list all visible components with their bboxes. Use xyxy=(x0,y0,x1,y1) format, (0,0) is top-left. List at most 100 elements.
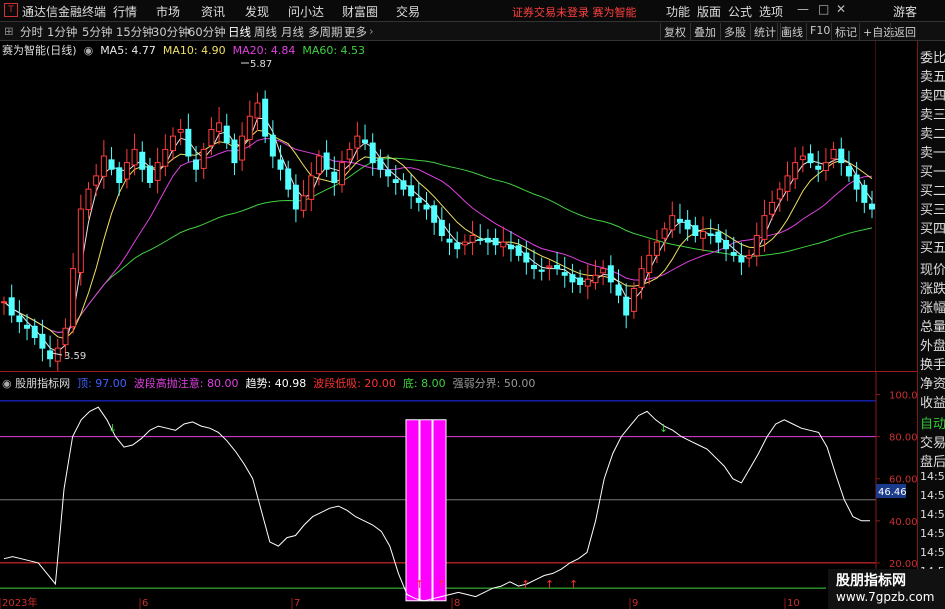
candle-body xyxy=(193,159,200,170)
candle-body xyxy=(277,159,284,170)
side-time-5: 14:56 xyxy=(920,546,945,559)
x-tick-label: 8 xyxy=(454,598,460,609)
indicator-name[interactable]: 股朋指标网 xyxy=(15,377,70,390)
side-buy2: 买二 xyxy=(920,184,945,199)
period-5min[interactable]: 5分钟 xyxy=(82,24,112,40)
btn-biaoji[interactable]: 标记 xyxy=(831,23,860,40)
period-fenshi[interactable]: 分时 xyxy=(20,24,43,40)
candle-body xyxy=(523,252,530,263)
legend-trend: 趋势: 40.98 xyxy=(245,377,307,390)
btn-duogu[interactable]: 多股 xyxy=(720,23,749,40)
legend-low-buy: 波段低吸: 20.00 xyxy=(313,377,396,390)
candle-body xyxy=(8,297,15,316)
period-monthly[interactable]: 月线 xyxy=(281,24,304,40)
period-30min[interactable]: 30分钟 xyxy=(152,24,190,40)
candle-body xyxy=(269,134,276,157)
side-trade[interactable]: 交易 xyxy=(920,432,945,451)
period-1min[interactable]: 1分钟 xyxy=(47,24,77,40)
candle-body xyxy=(392,179,399,183)
menu-caifuquan[interactable]: 财富圈 xyxy=(342,3,378,20)
x-tick-label: 7 xyxy=(294,598,300,609)
candlestick-chart[interactable]: 5.805.605.405.205.004.804.604.404.204.00… xyxy=(0,41,876,371)
candle-body xyxy=(31,325,38,339)
candle-body xyxy=(262,98,269,137)
period-daily[interactable]: 日线 xyxy=(228,24,251,40)
minimize-icon[interactable]: — xyxy=(797,2,809,16)
menu-gongneng[interactable]: 功能 xyxy=(666,3,690,20)
candle-body xyxy=(538,269,545,272)
side-auto[interactable]: 自动 xyxy=(920,413,945,432)
menu-zixun[interactable]: 资讯 xyxy=(201,3,225,20)
period-weekly[interactable]: 周线 xyxy=(254,24,277,40)
candle-body xyxy=(569,274,576,283)
menu-shichang[interactable]: 市场 xyxy=(156,3,180,20)
candle-body xyxy=(239,135,246,161)
candle-body xyxy=(139,151,146,170)
menu-gongshi[interactable]: 公式 xyxy=(728,3,752,20)
candle-body xyxy=(715,231,722,243)
candle-body xyxy=(561,272,568,276)
candle-body xyxy=(707,233,714,236)
side-after-hours[interactable]: 盘后 xyxy=(920,451,945,470)
btn-fuquan[interactable]: 复权 xyxy=(660,23,689,40)
candle-body xyxy=(100,155,107,177)
btn-tongji[interactable]: 统计 xyxy=(750,23,779,40)
period-15min[interactable]: 15分钟 xyxy=(116,24,154,40)
candle-body xyxy=(807,153,814,164)
btn-huaxian[interactable]: 画线 xyxy=(777,23,806,40)
x-tick-label: 10 xyxy=(787,598,800,609)
candle-body xyxy=(646,254,653,274)
menu-hangqing[interactable]: 行情 xyxy=(113,3,137,20)
btn-f10[interactable]: F10 xyxy=(806,23,833,40)
candle-body xyxy=(623,296,630,316)
stock-label[interactable]: 赛为智能(日线) xyxy=(2,44,77,57)
guest-label[interactable]: 游客 xyxy=(893,3,917,20)
period-multi[interactable]: 多周期 xyxy=(308,24,343,40)
side-time-3: 14:56 xyxy=(920,508,945,521)
period-toolbar: ⊞ 分时 1分钟 5分钟 15分钟 30分钟 60分钟 日线 周线 月线 多周期… xyxy=(0,22,945,41)
candle-body xyxy=(676,218,683,223)
scroll-left-icon[interactable]: ⊞ xyxy=(4,24,14,38)
close-icon[interactable]: ✕ xyxy=(836,2,846,16)
candle-body xyxy=(554,264,561,270)
side-sell1: 卖一 xyxy=(920,146,945,161)
candle-body xyxy=(47,350,54,360)
candle-body xyxy=(684,219,691,230)
login-warning[interactable]: 证券交易未登录 赛为智能 xyxy=(512,4,637,20)
period-more[interactable]: 更多 xyxy=(344,24,367,40)
candle-body xyxy=(446,238,453,243)
side-buy3: 买三 xyxy=(920,203,945,218)
candle-body xyxy=(154,162,161,181)
maximize-icon[interactable]: □ xyxy=(818,2,829,16)
menu-banmian[interactable]: 版面 xyxy=(697,3,721,20)
candle-body xyxy=(323,152,330,170)
menu-xuanxiang[interactable]: 选项 xyxy=(759,3,783,20)
buy-arrow-icon: ↑ xyxy=(415,578,424,591)
sell-arrow-icon: ↓ xyxy=(108,422,117,435)
candle-body xyxy=(661,228,668,239)
candle-body xyxy=(477,238,484,241)
menu-wenxiaoda[interactable]: 问小达 xyxy=(288,3,324,20)
candle-body xyxy=(492,237,499,246)
btn-back[interactable]: 返回 xyxy=(890,23,919,40)
side-sell2: 卖二 xyxy=(920,127,945,142)
menu-jiaoyi[interactable]: 交易 xyxy=(396,3,420,20)
indicator-toggle-icon[interactable]: ◉ xyxy=(2,377,15,390)
candle-body xyxy=(838,148,845,164)
buy-arrow-icon: ↑ xyxy=(545,578,554,591)
period-60min[interactable]: 60分钟 xyxy=(188,24,226,40)
buy-arrow-icon: ↑ xyxy=(521,578,530,591)
menu-faxian[interactable]: 发现 xyxy=(245,3,269,20)
candle-body xyxy=(799,155,806,161)
candle-body xyxy=(24,324,31,329)
candle-body xyxy=(185,128,192,157)
buy-arrow-icon: ↑ xyxy=(437,578,446,591)
more-chevron-icon[interactable]: › xyxy=(369,24,374,38)
x-tick-label: 9 xyxy=(632,598,638,609)
indicator-chart[interactable]: ↓ ↓↑ ↑ ↑ ↑ ↑ 100.080.0060.0040.0020.00 46.46 … xyxy=(0,372,917,609)
candle-body xyxy=(638,268,645,288)
btn-diejia[interactable]: 叠加 xyxy=(690,23,719,40)
side-earnings: 收益 xyxy=(920,396,945,411)
indicator-toggle-icon[interactable]: ◉ xyxy=(80,44,97,57)
candle-body xyxy=(431,205,438,223)
